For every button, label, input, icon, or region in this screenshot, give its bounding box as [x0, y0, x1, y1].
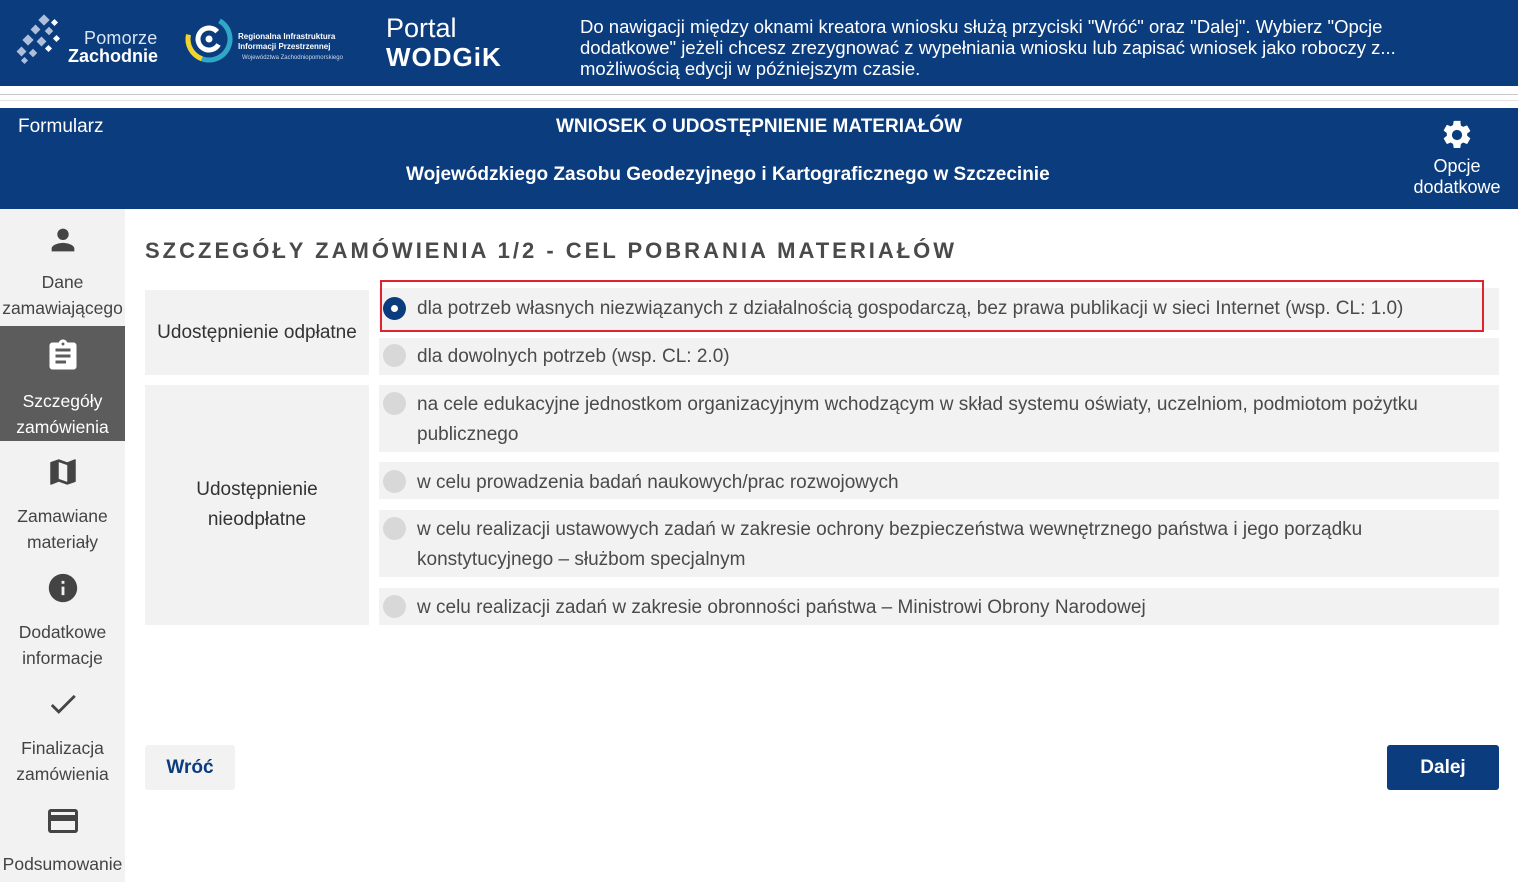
riip-text-line3: Województwa Zachodniopomorskiego — [242, 55, 343, 61]
radio-option-own-needs[interactable]: dla potrzeb własnych niezwiązanych z dzi… — [379, 288, 1499, 330]
next-button[interactable]: Dalej — [1387, 745, 1499, 790]
credit-card-icon — [47, 809, 78, 833]
section-title: SZCZEGÓŁY ZAMÓWIENIA 1/2 - CEL POBRANIA … — [145, 238, 958, 263]
pomorze-zachodnie-logo[interactable]: Pomorze Zachodnie — [16, 12, 159, 68]
radio-option-security[interactable]: w celu realizacji ustawowych zadań w zak… — [379, 510, 1499, 577]
person-icon — [51, 228, 74, 252]
form-title: WNIOSEK O UDOSTĘPNIENIE MATERIAŁÓW — [555, 116, 963, 137]
divider — [0, 100, 1518, 101]
option-label: dla dowolnych potrzeb (wsp. CL: 2.0) — [417, 346, 730, 367]
step-label: Szczegóły — [22, 391, 103, 411]
option-label: na cele edukacyjne jednostkom organizacy… — [417, 394, 1418, 415]
clipboard-icon — [49, 339, 76, 370]
group-label-text: nieodpłatne — [207, 509, 307, 530]
option-label: konstytucyjnego – służbom specjalnym — [417, 549, 746, 570]
additional-options-button[interactable]: Opcje dodatkowe — [1408, 118, 1506, 198]
step-label: informacje — [22, 648, 103, 668]
radio-option-research[interactable]: w celu prowadzenia badań naukowych/prac … — [379, 462, 1499, 499]
form-subtitle: Wojewódzkiego Zasobu Geodezyjnego i Kart… — [406, 164, 1050, 185]
radio-option-education[interactable]: na cele edukacyjne jednostkom organizacy… — [379, 385, 1499, 452]
step-label: zamawiającego — [2, 298, 123, 318]
step-label: materiały — [27, 532, 98, 552]
step-finalizacja-zamowienia[interactable]: Finalizacja zamówienia — [0, 687, 125, 787]
logo-text-zachodnie: Zachodnie — [68, 46, 159, 66]
group-label-paid: Udostępnienie odpłatne — [145, 290, 369, 375]
option-label: w celu realizacji ustawowych zadań w zak… — [417, 519, 1363, 540]
step-podsumowanie[interactable]: Podsumowanie — [0, 803, 125, 882]
radio-button[interactable] — [383, 517, 406, 540]
radio-button[interactable] — [383, 344, 406, 367]
birds-logo-icon — [16, 14, 61, 65]
radio-option-any-needs[interactable]: dla dowolnych potrzeb (wsp. CL: 2.0) — [379, 338, 1499, 375]
riip-logo[interactable]: Regionalna Infrastruktura Informacji Prz… — [184, 12, 354, 68]
group-label-text: Udostępnienie — [196, 479, 318, 500]
riip-ring-icon — [185, 15, 233, 63]
top-banner: Pomorze Zachodnie Regionalna Infrastrukt… — [0, 0, 1518, 86]
map-icon — [49, 459, 76, 485]
navigation-info-text: Do nawigacji między oknami kreatora wnio… — [580, 16, 1396, 79]
options-label-line2: dodatkowe — [1413, 177, 1501, 197]
option-label: w celu realizacji zadań w zakresie obron… — [417, 597, 1146, 618]
riip-text-line1: Regionalna Infrastruktura — [238, 32, 336, 41]
divider — [0, 94, 1518, 95]
wizard-steps-sidebar: Dane zamawiającego Szczegóły zamówienia … — [0, 209, 125, 882]
portal-wodgik-title[interactable]: Portal WODGiK — [386, 14, 502, 72]
option-label: publicznego — [417, 424, 519, 445]
step-zamawiane-materialy[interactable]: Zamawiane materiały — [0, 455, 125, 555]
option-label: dla potrzeb własnych niezwiązanych z dzi… — [417, 298, 1404, 319]
step-label: zamówienia — [16, 764, 109, 784]
portal-label: Portal — [386, 13, 457, 43]
step-label: Dodatkowe — [18, 622, 107, 642]
step-dodatkowe-informacje[interactable]: Dodatkowe informacje — [0, 571, 125, 671]
step-label: zamówienia — [16, 417, 109, 437]
radio-button-checked[interactable] — [383, 297, 406, 320]
step-szczegoly-zamowienia[interactable]: Szczegóły zamówienia — [0, 326, 125, 441]
step-label: Dane — [41, 272, 84, 292]
info-icon — [48, 573, 77, 603]
option-label: w celu prowadzenia badań naukowych/prac … — [417, 472, 899, 493]
radio-option-defense[interactable]: w celu realizacji zadań w zakresie obron… — [379, 588, 1499, 625]
options-label-line1: Opcje — [1433, 156, 1481, 176]
radio-button[interactable] — [383, 392, 406, 415]
form-header: Formularz WNIOSEK O UDOSTĘPNIENIE MATERI… — [0, 108, 1518, 209]
gear-icon — [1443, 120, 1471, 149]
riip-text-line2: Informacji Przestrzennej — [238, 42, 331, 51]
radio-button[interactable] — [383, 595, 406, 618]
radio-button[interactable] — [383, 470, 406, 493]
step-label: Podsumowanie — [2, 854, 123, 874]
step-dane-zamawiajacego[interactable]: Dane zamawiającego — [0, 223, 125, 323]
wodgik-label: WODGiK — [386, 42, 502, 72]
group-label-text: Udostępnienie odpłatne — [157, 321, 357, 343]
step-label: Finalizacja — [21, 738, 104, 758]
group-label-free: Udostępnienie nieodpłatne — [145, 385, 369, 625]
back-button[interactable]: Wróć — [145, 745, 235, 790]
check-icon — [50, 694, 76, 714]
step-label: Zamawiane — [17, 506, 108, 526]
